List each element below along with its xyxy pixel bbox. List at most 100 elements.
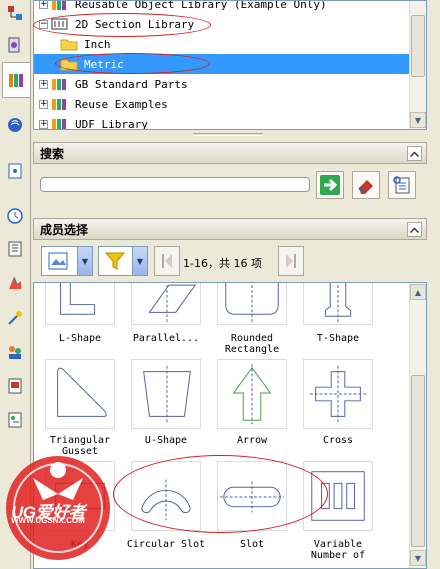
properties-icon — [8, 412, 22, 428]
clock-icon — [7, 208, 23, 224]
properties-button[interactable] — [4, 409, 26, 431]
manufacturing-wizard-button[interactable] — [4, 307, 26, 329]
parallelogram-thumbnail — [131, 283, 201, 325]
member-tile[interactable]: Cross — [295, 359, 381, 461]
t-shape-thumbnail — [303, 283, 373, 325]
thumbnail-view-icon — [48, 252, 68, 270]
expand-toggle[interactable]: + — [39, 79, 48, 89]
member-tile[interactable]: T-Shape — [295, 283, 381, 357]
process-studio-button[interactable] — [4, 272, 26, 294]
search-button[interactable] — [316, 171, 344, 199]
watermark-logo: UG爱好者 WWW.UGSNX.COM — [3, 448, 125, 566]
advanced-search-button[interactable] — [388, 171, 416, 199]
scroll-thumb[interactable] — [411, 15, 425, 77]
l-shape-thumbnail — [45, 283, 115, 325]
collapse-section-button[interactable] — [407, 146, 422, 161]
pane-splitter[interactable] — [33, 130, 427, 138]
web-browser-icon — [8, 118, 22, 132]
palette-icon — [9, 276, 21, 289]
member-label: Rounded Rectangle — [224, 333, 280, 355]
roles-button[interactable] — [4, 341, 26, 363]
gallery-scrollbar[interactable]: ▲ ▼ — [409, 283, 426, 568]
collapse-section-button[interactable] — [407, 222, 422, 237]
dropdown-arrow[interactable]: ▼ — [77, 247, 92, 275]
cross-thumbnail — [303, 359, 373, 429]
reuse-library-button[interactable] — [2, 62, 30, 98]
tree-row-label: Inch — [84, 37, 111, 51]
member-section-header[interactable]: 成员选择 — [33, 218, 427, 240]
section-title: 成员选择 — [40, 222, 89, 237]
chevron-up-icon — [410, 226, 419, 233]
dropdown-arrow[interactable]: ▼ — [132, 247, 147, 275]
annotation-oval — [113, 455, 328, 533]
member-tile[interactable]: Parallel... — [123, 283, 209, 357]
search-area — [33, 164, 427, 214]
search-input[interactable] — [40, 177, 310, 192]
expand-toggle[interactable]: + — [39, 119, 48, 129]
tree-scrollbar[interactable]: ▼ — [409, 1, 426, 129]
roles-icon — [9, 346, 21, 359]
advanced-search-icon — [393, 176, 410, 194]
system-materials-button[interactable] — [4, 238, 26, 260]
tree-row[interactable]: + GB Standard Parts — [34, 74, 409, 94]
previous-page-button[interactable] — [154, 246, 180, 276]
clock-button[interactable] — [4, 205, 26, 227]
member-tile[interactable]: U-Shape — [123, 359, 209, 461]
member-label: L-Shape — [58, 333, 102, 344]
chevron-down-icon: ▼ — [414, 115, 422, 125]
books-icon — [52, 119, 66, 129]
clear-search-button[interactable] — [352, 171, 380, 199]
assembly-navigator-button[interactable] — [4, 2, 26, 24]
annotation-oval — [33, 13, 211, 37]
scroll-down-button[interactable]: ▼ — [410, 550, 426, 566]
eraser-icon — [358, 180, 373, 194]
chevron-up-icon: ▲ — [414, 287, 422, 297]
tree-row[interactable]: + Reuse Examples — [34, 94, 409, 114]
books-icon — [52, 79, 66, 90]
member-toolbar: ▼ ▼ 1-16，共 16 项 — [33, 242, 427, 282]
constraint-navigator-button[interactable] — [4, 34, 26, 56]
go-search-icon — [320, 175, 340, 195]
filter-select[interactable]: ▼ — [98, 246, 148, 276]
annotation-oval — [55, 53, 210, 74]
scroll-down-button[interactable]: ▼ — [410, 112, 426, 128]
tree-row[interactable]: + Reusable Object Library (Example Only) — [34, 0, 409, 14]
member-label: Slot — [239, 539, 265, 550]
member-tile[interactable]: Rounded Rectangle — [209, 283, 295, 357]
tree-row-label: Reuse Examples — [75, 97, 168, 111]
tree-row[interactable]: + UDF Library — [34, 114, 409, 130]
view-mode-select[interactable]: ▼ — [41, 246, 93, 276]
expand-toggle[interactable]: + — [39, 99, 48, 109]
constraint-navigator-icon — [8, 37, 20, 53]
web-browser-button[interactable] — [4, 114, 26, 136]
previous-page-icon — [162, 254, 172, 268]
history-button[interactable] — [4, 160, 26, 182]
arrow-thumbnail — [217, 359, 287, 429]
tree-row[interactable]: Inch — [34, 34, 409, 54]
tree-row-label: UDF Library — [75, 117, 148, 130]
assembly-navigator-icon — [8, 6, 22, 20]
search-section-header[interactable]: 搜索 — [33, 142, 427, 164]
book-icon — [8, 241, 22, 257]
member-label: U-Shape — [144, 435, 188, 446]
u-shape-thumbnail — [131, 359, 201, 429]
member-label: Circular Slot — [126, 539, 206, 550]
member-tile[interactable]: Arrow — [209, 359, 295, 461]
member-tile[interactable]: L-Shape — [37, 283, 123, 357]
next-page-icon — [286, 254, 296, 268]
rounded-rectangle-thumbnail — [217, 283, 287, 325]
tree-row-label: Reusable Object Library (Example Only) — [75, 0, 327, 11]
books-icon — [52, 1, 66, 10]
scroll-up-button[interactable]: ▲ — [410, 284, 426, 300]
tree-row-label: GB Standard Parts — [75, 77, 188, 91]
next-page-button[interactable] — [278, 246, 304, 276]
expand-toggle[interactable]: + — [39, 1, 48, 9]
chevron-down-icon: ▼ — [81, 256, 89, 266]
chevron-down-icon: ▼ — [136, 256, 144, 266]
books-icon — [52, 99, 66, 110]
folder-icon — [60, 39, 78, 51]
member-tile[interactable]: Triangular Gusset — [37, 359, 123, 461]
scroll-thumb[interactable] — [411, 375, 425, 547]
reports-button[interactable] — [4, 375, 26, 397]
page-icon — [8, 163, 22, 179]
